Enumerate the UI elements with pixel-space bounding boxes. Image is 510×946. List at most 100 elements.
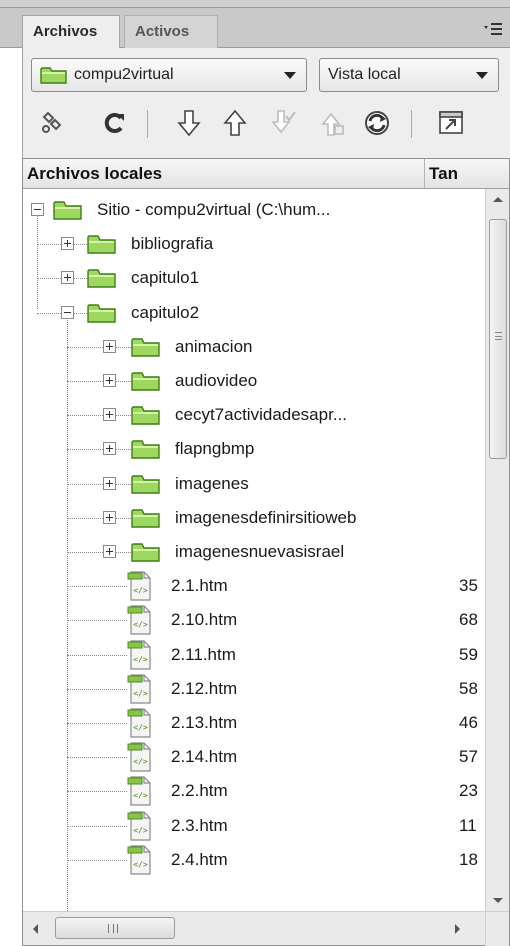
- grip-icon: [495, 332, 502, 340]
- site-select[interactable]: compu2virtual: [31, 58, 307, 92]
- folder-row[interactable]: audiovideo: [23, 364, 485, 398]
- folder-name: Sitio - compu2virtual (C:\hum...: [97, 200, 331, 219]
- column-header-name[interactable]: Archivos locales: [27, 159, 425, 188]
- folder-icon: [131, 438, 161, 460]
- file-row[interactable]: </> 2.1.htm 35: [23, 569, 485, 603]
- file-name: 2.13.htm: [171, 713, 238, 732]
- folder-row[interactable]: cecyt7actividadesapr...: [23, 398, 485, 432]
- folder-row[interactable]: bibliografia: [23, 227, 485, 261]
- scroll-down-arrow-icon[interactable]: [493, 898, 503, 903]
- file-name: 2.10.htm: [171, 610, 238, 630]
- tree-guide-line: [67, 415, 131, 417]
- folder-icon: [131, 507, 161, 529]
- file-size: 68: [459, 610, 478, 630]
- file-tree: Sitio - compu2virtual (C:\hum... bibliogr…: [23, 189, 485, 911]
- connect-icon[interactable]: [37, 108, 69, 138]
- grip-icon: [108, 924, 118, 933]
- folder-row[interactable]: Sitio - compu2virtual (C:\hum...: [23, 193, 485, 227]
- tree-guide-line: [67, 586, 127, 588]
- folder-icon: [131, 370, 161, 392]
- file-name: 2.11.htm: [171, 644, 236, 664]
- expand-icon[interactable]: [103, 545, 116, 558]
- column-header-row: Archivos locales Tan: [23, 159, 509, 189]
- file-row[interactable]: </> 2.2.htm 23: [23, 774, 485, 808]
- svg-text:</>: </>: [133, 757, 148, 766]
- refresh-icon[interactable]: [99, 108, 131, 138]
- tree-guide-line: [67, 381, 131, 382]
- folder-name: flapngbmp: [175, 439, 255, 459]
- file-row[interactable]: </> 2.4.htm 18: [23, 843, 485, 877]
- tab-archivos[interactable]: Archivos: [22, 15, 120, 48]
- tree-guide-line: [67, 483, 131, 485]
- check-in-icon[interactable]: [315, 108, 347, 138]
- expand-icon[interactable]: [61, 271, 74, 285]
- file-name: 2.4.htm: [171, 849, 228, 869]
- expand-icon[interactable]: [61, 237, 74, 251]
- expand-icon[interactable]: [103, 374, 116, 387]
- toolbar-icons: [23, 102, 510, 146]
- svg-text:</>: </>: [133, 826, 148, 835]
- expand-panel-icon[interactable]: [435, 108, 467, 138]
- expand-icon[interactable]: [103, 442, 116, 456]
- svg-text:</>: </>: [133, 689, 148, 698]
- folder-name: imagenes: [175, 473, 249, 493]
- tree-guide-line: [67, 723, 127, 724]
- expand-icon[interactable]: [103, 476, 116, 490]
- folder-row[interactable]: flapngbmp: [23, 432, 485, 466]
- scroll-left-arrow-icon[interactable]: [33, 924, 38, 934]
- column-header-size[interactable]: Tan: [429, 159, 481, 188]
- horizontal-scroll-thumb[interactable]: [55, 917, 175, 939]
- collapse-icon[interactable]: [31, 203, 44, 216]
- tree-guide-line: [67, 517, 131, 519]
- file-size: 35: [459, 576, 478, 596]
- tree-guide-line: [67, 791, 127, 793]
- folder-name: imagenesdefinirsitioweb: [175, 507, 357, 527]
- folder-name: bibliografia: [131, 234, 214, 254]
- expand-icon[interactable]: [103, 510, 116, 524]
- folder-row[interactable]: capitulo1: [23, 261, 485, 295]
- get-files-icon[interactable]: [173, 108, 205, 138]
- file-row[interactable]: </> 2.3.htm 11: [23, 809, 485, 843]
- toolbar-separator: [147, 110, 148, 138]
- panel-options-icon[interactable]: [482, 20, 504, 38]
- vertical-scroll-thumb[interactable]: [489, 219, 507, 459]
- folder-row[interactable]: animacion: [23, 330, 485, 364]
- file-row[interactable]: </> 2.10.htm 68: [23, 603, 485, 637]
- file-row[interactable]: </> 2.13.htm 46: [23, 706, 485, 740]
- put-files-icon[interactable]: [219, 108, 251, 138]
- expand-icon[interactable]: [103, 339, 116, 353]
- folder-row[interactable]: imagenesdefinirsitioweb: [23, 501, 485, 535]
- scroll-up-arrow-icon[interactable]: [493, 197, 503, 202]
- tree-guide-line: [67, 825, 127, 827]
- toolbar-separator: [411, 110, 412, 138]
- vertical-scrollbar[interactable]: [485, 189, 509, 911]
- file-size: 23: [459, 781, 478, 801]
- folder-icon: [87, 267, 117, 289]
- file-row[interactable]: </> 2.12.htm 58: [23, 672, 485, 706]
- panel-tab-bar: Archivos Activos: [0, 8, 510, 48]
- tree-guide-line: [67, 620, 127, 622]
- file-name: 2.12.htm: [171, 678, 238, 698]
- folder-row[interactable]: imagenes: [23, 467, 485, 501]
- tab-activos[interactable]: Activos: [124, 15, 218, 48]
- check-out-icon[interactable]: [267, 108, 299, 138]
- file-row[interactable]: </> 2.11.htm 59: [23, 638, 485, 672]
- scroll-right-arrow-icon[interactable]: [455, 924, 460, 934]
- scrollbar-corner: [485, 912, 509, 946]
- folder-name: capitulo2: [131, 302, 200, 322]
- folder-icon: [53, 199, 83, 221]
- expand-icon[interactable]: [103, 408, 116, 422]
- collapse-icon[interactable]: [61, 305, 74, 319]
- view-select[interactable]: Vista local: [319, 58, 499, 92]
- tree-guide-line: [67, 654, 127, 656]
- file-size: 59: [459, 644, 478, 664]
- folder-row[interactable]: imagenesnuevasisrael: [23, 535, 485, 569]
- synchronize-icon[interactable]: [361, 108, 393, 138]
- folder-icon: [131, 404, 161, 426]
- folder-icon: [131, 336, 161, 358]
- folder-row[interactable]: capitulo2: [23, 296, 485, 330]
- folder-name: audiovideo: [175, 371, 258, 390]
- horizontal-scrollbar[interactable]: [23, 911, 509, 946]
- html-file-icon: </>: [127, 674, 153, 704]
- file-row[interactable]: </> 2.14.htm 57: [23, 740, 485, 774]
